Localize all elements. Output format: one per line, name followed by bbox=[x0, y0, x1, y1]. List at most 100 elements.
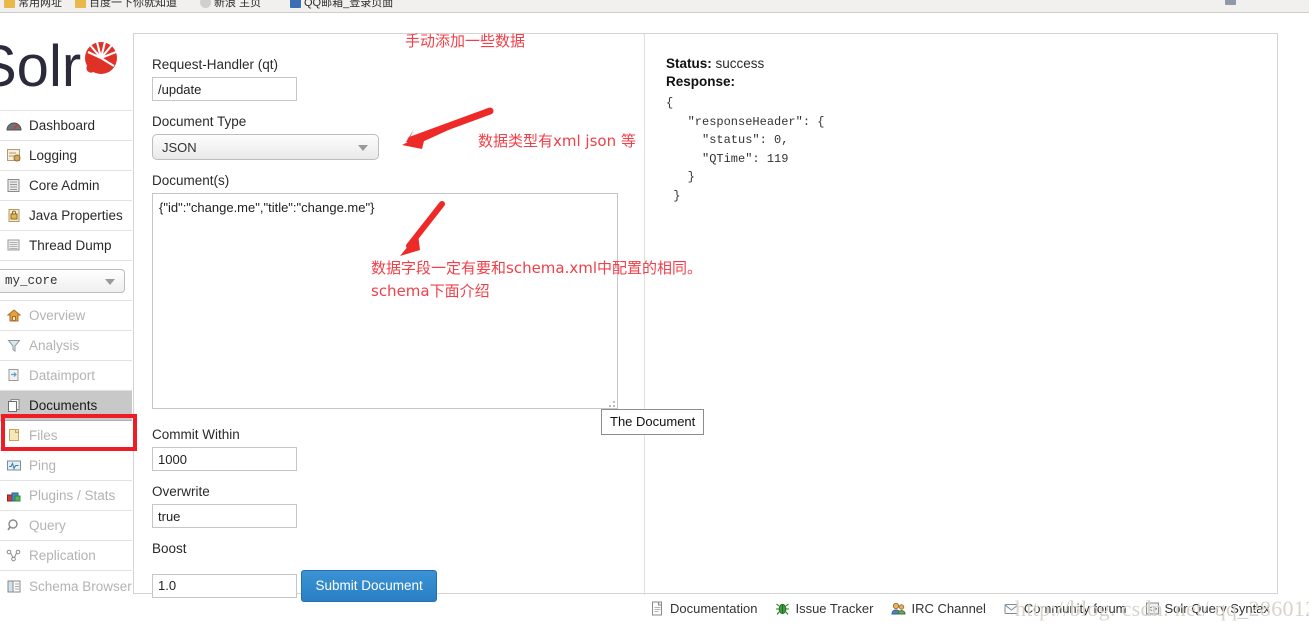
home-icon bbox=[6, 308, 22, 323]
folder-icon bbox=[75, 0, 86, 8]
overwrite-label: Overwrite bbox=[152, 484, 210, 499]
people-icon bbox=[891, 601, 906, 616]
sidebar-item-logging[interactable]: Logging bbox=[0, 141, 132, 171]
bookmark-item[interactable]: 新浪 主页 bbox=[200, 0, 261, 10]
sidebar-item-core-admin[interactable]: Core Admin bbox=[0, 171, 132, 201]
commit-within-input[interactable] bbox=[152, 447, 297, 471]
solr-logo-svg: Solr bbox=[0, 34, 117, 99]
sidebar-item-label: Thread Dump bbox=[29, 238, 112, 253]
sidebar-item-label: Logging bbox=[29, 148, 78, 163]
annotation-schema-line1: 数据字段一定有要和schema.xml中配置的相同。 bbox=[371, 259, 703, 277]
java-properties-icon bbox=[6, 208, 22, 223]
folder-icon bbox=[4, 0, 15, 8]
boost-label: Boost bbox=[152, 541, 187, 556]
core-selector-value: my_core bbox=[5, 274, 58, 288]
bookmark-item[interactable]: 百度一下你就知道 bbox=[75, 0, 177, 10]
chevron-down-icon bbox=[105, 279, 115, 285]
funnel-icon bbox=[6, 338, 22, 353]
thread-dump-icon bbox=[6, 238, 22, 253]
status-line: Status: success bbox=[666, 56, 1086, 71]
request-handler-input[interactable] bbox=[152, 77, 297, 101]
annotation-schema-line2: schema下面介绍 bbox=[371, 282, 490, 300]
arrow-to-documents-field bbox=[400, 201, 445, 256]
dataimport-icon bbox=[6, 368, 22, 383]
document-type-select[interactable]: JSON bbox=[152, 134, 379, 160]
sidebar-item-files[interactable]: Files bbox=[0, 421, 132, 451]
document-icon bbox=[650, 601, 665, 616]
dashboard-icon bbox=[6, 118, 22, 133]
sidebar-item-label: Files bbox=[29, 428, 58, 443]
main-content-panel: Request-Handler (qt) Document Type JSON … bbox=[133, 33, 1278, 602]
sidebar-item-label: Ping bbox=[29, 458, 57, 473]
sidebar-item-label: Dataimport bbox=[29, 368, 96, 383]
sidebar-item-ping[interactable]: Ping bbox=[0, 451, 132, 481]
bug-icon bbox=[775, 601, 790, 616]
bookmark-label: 常用网址 bbox=[18, 0, 62, 9]
svg-text:Solr: Solr bbox=[0, 34, 81, 99]
sidebar: Solr bbox=[0, 14, 132, 633]
sidebar-item-dataimport[interactable]: Dataimport bbox=[0, 361, 132, 391]
panel-divider bbox=[644, 34, 645, 595]
bookmark-item[interactable]: 常用网址 bbox=[4, 0, 62, 10]
core-selector-wrap: my_core bbox=[0, 261, 132, 300]
sidebar-item-label: Documents bbox=[29, 398, 98, 413]
sidebar-item-analysis[interactable]: Analysis bbox=[0, 331, 132, 361]
annotation-document-type: 数据类型有xml json 等 bbox=[478, 132, 636, 150]
bookmark-label: QQ邮箱_登录页面 bbox=[304, 0, 394, 9]
footer-link-documentation[interactable]: Documentation bbox=[650, 601, 757, 616]
footer-link-issue-tracker[interactable]: Issue Tracker bbox=[775, 601, 873, 616]
sidebar-item-query[interactable]: Query bbox=[0, 511, 132, 541]
commit-within-label: Commit Within bbox=[152, 427, 240, 442]
footer-link-irc-channel[interactable]: IRC Channel bbox=[891, 601, 986, 616]
globe-icon bbox=[200, 0, 211, 8]
response-panel: Status: success Response: { "responseHea… bbox=[666, 56, 1086, 206]
document-tooltip: The Document bbox=[601, 409, 705, 435]
document-type-value: JSON bbox=[162, 139, 197, 155]
sidebar-item-label: Replication bbox=[29, 548, 96, 563]
documents-label: Document(s) bbox=[152, 173, 230, 188]
request-handler-label: Request-Handler (qt) bbox=[152, 57, 279, 72]
bookmark-favicon bbox=[1225, 0, 1236, 5]
sidebar-item-java-properties[interactable]: Java Properties bbox=[0, 201, 132, 231]
sidebar-item-replication[interactable]: Replication bbox=[0, 541, 132, 571]
core-admin-icon bbox=[6, 178, 22, 193]
logging-icon bbox=[6, 148, 22, 163]
response-label: Response: bbox=[666, 74, 736, 89]
overwrite-input[interactable] bbox=[152, 504, 297, 528]
schema-browser-icon bbox=[6, 579, 22, 594]
status-label: Status: bbox=[666, 56, 712, 71]
sidebar-item-label: Core Admin bbox=[29, 178, 100, 193]
bookmark-label: 百度一下你就知道 bbox=[89, 0, 177, 9]
chevron-down-icon bbox=[358, 145, 368, 151]
sidebar-item-label: Overview bbox=[29, 308, 86, 323]
replication-icon bbox=[6, 548, 22, 563]
sidebar-item-thread-dump[interactable]: Thread Dump bbox=[0, 231, 132, 261]
sidebar-item-documents[interactable]: Documents bbox=[0, 391, 132, 421]
watermark: http://blog. csdn. net/ qq_28601235 bbox=[1015, 596, 1309, 621]
sidebar-item-label: Schema Browser bbox=[29, 578, 132, 594]
sidebar-item-label: Java Properties bbox=[29, 208, 123, 223]
magnifier-icon bbox=[6, 518, 22, 533]
solr-logo[interactable]: Solr bbox=[0, 14, 132, 110]
sidebar-primary-nav: Dashboard Logging Core Admin Java Proper… bbox=[0, 110, 132, 261]
browser-bookmark-bar: 常用网址 百度一下你就知道 新浪 主页 QQ邮箱_登录页面 bbox=[0, 0, 1309, 13]
ping-icon bbox=[6, 458, 22, 473]
core-selector[interactable]: my_core bbox=[0, 269, 125, 293]
plugins-icon bbox=[6, 488, 22, 503]
sidebar-item-plugins-stats[interactable]: Plugins / Stats bbox=[0, 481, 132, 511]
sidebar-item-label: Analysis bbox=[29, 338, 80, 353]
sidebar-item-schema-browser[interactable]: Schema Browser bbox=[0, 571, 132, 601]
bookmark-label: 新浪 主页 bbox=[214, 0, 262, 9]
footer-link-label: Documentation bbox=[670, 601, 758, 616]
sidebar-core-nav: Overview Analysis Dataimport Documents F… bbox=[0, 300, 132, 601]
mail-icon bbox=[290, 0, 301, 8]
files-icon bbox=[6, 428, 22, 443]
sidebar-item-label: Plugins / Stats bbox=[29, 488, 116, 503]
bookmark-item[interactable] bbox=[1225, 0, 1239, 5]
documents-icon bbox=[6, 398, 22, 413]
sidebar-item-overview[interactable]: Overview bbox=[0, 301, 132, 331]
sidebar-item-dashboard[interactable]: Dashboard bbox=[0, 111, 132, 141]
response-body: { "responseHeader": { "status": 0, "QTim… bbox=[666, 96, 825, 203]
bookmark-item[interactable]: QQ邮箱_登录页面 bbox=[290, 0, 393, 10]
status-value: success bbox=[715, 56, 765, 71]
